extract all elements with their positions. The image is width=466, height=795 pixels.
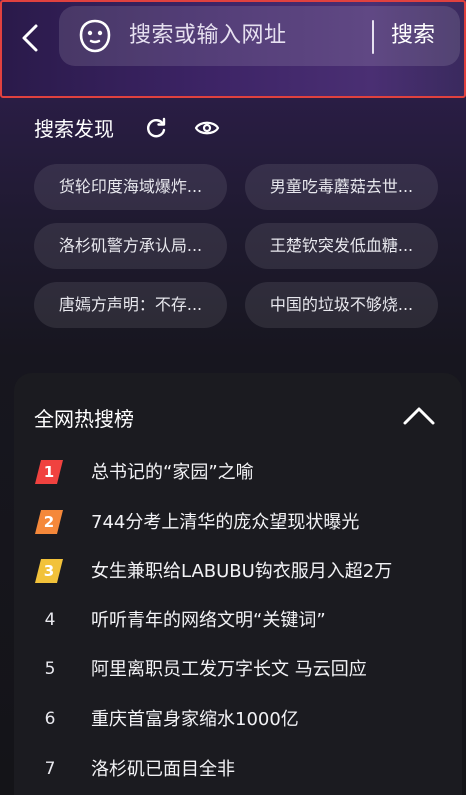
rank-number: 5 (44, 659, 56, 679)
hot-list-item-text[interactable]: 重庆首富身家缩水1000亿 (91, 700, 299, 740)
search-placeholder[interactable]: 搜索或输入网址 (129, 6, 287, 66)
hot-list-item[interactable]: 4 听听青年的网络文明“关键词” (14, 601, 462, 641)
search-bar-container: 搜索或输入网址 搜索 (0, 0, 466, 98)
discover-chip[interactable]: 洛杉矶警方承认局... (34, 223, 227, 269)
refresh-icon[interactable] (144, 116, 168, 140)
hot-list-item[interactable]: 5 阿里离职员工发万字长文 马云回应 (14, 650, 462, 690)
hot-list-item[interactable]: 1 总书记的“家园”之喻 (14, 453, 462, 493)
rank-number: 7 (44, 759, 56, 779)
hot-list-item[interactable]: 7 洛杉矶已面目全非 (14, 750, 462, 790)
rank-number: 4 (44, 610, 56, 630)
hot-list-item[interactable]: 6 重庆首富身家缩水1000亿 (14, 700, 462, 740)
rank-badge: 3 (34, 558, 64, 584)
hot-list-item-text[interactable]: 女生兼职给LABUBU钩衣服月入超2万 (91, 552, 392, 592)
hot-list-item-text[interactable]: 洛杉矶已面目全非 (91, 750, 235, 790)
rank-badge: 2 (34, 509, 64, 535)
rank-number: 6 (44, 709, 56, 729)
back-button[interactable] (12, 16, 48, 60)
eye-icon[interactable] (194, 116, 220, 140)
search-button[interactable]: 搜索 (391, 6, 435, 66)
discover-chip[interactable]: 货轮印度海域爆炸... (34, 164, 227, 210)
discover-chip[interactable]: 唐嫣方声明：不存... (34, 282, 227, 328)
assistant-face-icon[interactable] (77, 18, 113, 54)
hot-search-card: 全网热搜榜 1 总书记的“家园”之喻 2 744分考上清华的庞众望现状曝光 3 … (14, 373, 462, 795)
discover-chip[interactable]: 男童吃毒蘑菇去世... (245, 164, 438, 210)
hot-list-title: 全网热搜榜 (34, 407, 134, 431)
hot-list-item[interactable]: 2 744分考上清华的庞众望现状曝光 (14, 503, 462, 543)
discover-chip[interactable]: 王楚钦突发低血糖... (245, 223, 438, 269)
divider (372, 20, 374, 54)
hot-list-item-text[interactable]: 744分考上清华的庞众望现状曝光 (91, 503, 359, 543)
hot-list-item-text[interactable]: 听听青年的网络文明“关键词” (91, 601, 326, 641)
discover-header: 搜索发现 (34, 110, 220, 144)
chevron-up-icon[interactable] (402, 405, 436, 427)
rank-badge: 1 (34, 459, 64, 485)
discover-chip[interactable]: 中国的垃圾不够烧... (245, 282, 438, 328)
search-input[interactable]: 搜索或输入网址 搜索 (59, 6, 460, 66)
discover-title: 搜索发现 (34, 116, 114, 141)
hot-list-item-text[interactable]: 阿里离职员工发万字长文 马云回应 (91, 650, 367, 690)
hot-list-item-text[interactable]: 总书记的“家园”之喻 (91, 453, 254, 493)
hot-list-item[interactable]: 3 女生兼职给LABUBU钩衣服月入超2万 (14, 552, 462, 592)
chevron-left-icon (22, 24, 38, 52)
